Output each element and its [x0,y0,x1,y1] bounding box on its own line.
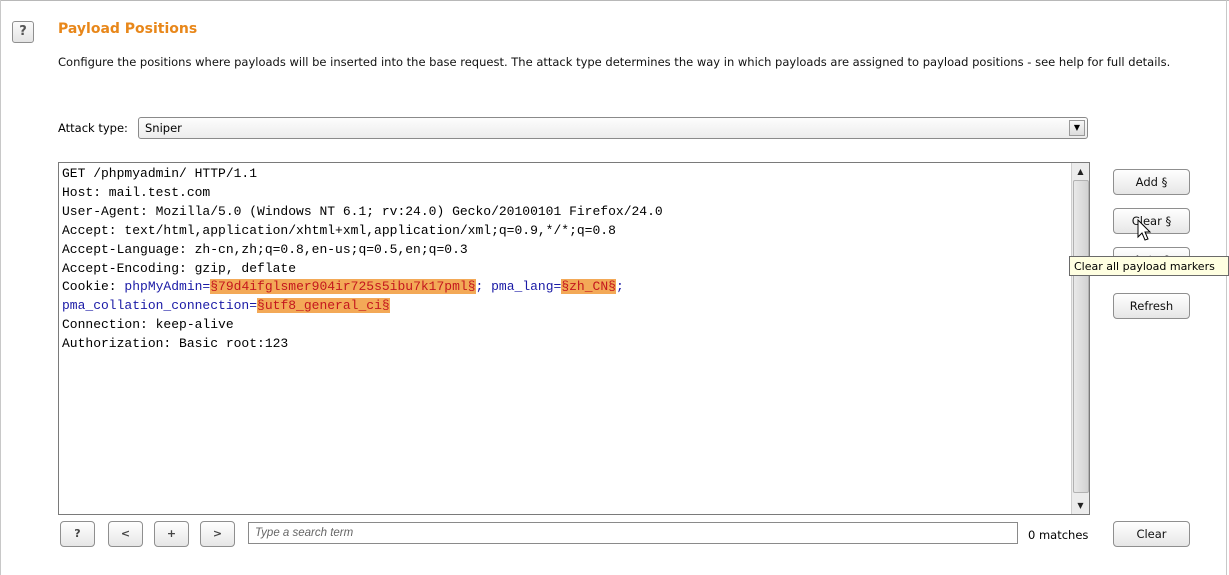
request-text-segment: Cookie: [62,279,125,295]
param-name: ; [615,279,624,295]
payload-marker: §utf8_general_ci§ [257,298,390,314]
param-name: pma_lang= [491,279,562,295]
param-name: phpMyAdmin= [124,279,211,295]
clear-button[interactable]: Clear [1113,521,1190,547]
scroll-thumb[interactable] [1073,180,1089,493]
param-name: pma_collation_connection= [62,298,258,314]
request-line[interactable]: Accept: text/html,application/xhtml+xml,… [62,222,1067,241]
section-title: Payload Positions [58,21,198,37]
request-line[interactable]: GET /phpmyadmin/ HTTP/1.1 [62,165,1067,184]
attack-type-value: Sniper [145,121,182,135]
payload-marker: §79d4ifglsmer904ir725s5ibu7k17pml§ [210,279,476,295]
request-text-segment: User-Agent: Mozilla/5.0 (Windows NT 6.1;… [62,203,663,219]
mouse-pointer-icon [1137,219,1152,241]
editor-scrollbar[interactable]: ▲ ▼ [1071,163,1089,514]
request-line[interactable]: Authorization: Basic root:123 [62,335,1067,354]
help-icon[interactable]: ? [12,21,34,43]
attack-type-label: Attack type: [58,121,128,135]
request-text-segment: Host: mail.test.com [62,184,211,200]
request-text-segment: Accept-Language: zh-cn,zh;q=0.8,en-us;q=… [62,241,468,257]
request-line[interactable]: Connection: keep-alive [62,316,1067,335]
request-text-segment: Accept-Encoding: gzip, deflate [62,260,297,276]
scroll-up-icon[interactable]: ▲ [1073,164,1088,179]
window-top-border [0,0,1229,1]
search-prev-button[interactable]: < [108,521,143,547]
request-text-segment: Accept: text/html,application/xhtml+xml,… [62,222,616,238]
request-line[interactable]: Host: mail.test.com [62,184,1067,203]
param-name: ; [475,279,492,295]
request-text[interactable]: GET /phpmyadmin/ HTTP/1.1 Host: mail.test… [62,165,1067,354]
request-editor[interactable]: GET /phpmyadmin/ HTTP/1.1 Host: mail.test… [58,162,1090,515]
attack-type-select[interactable]: Sniper ▼ [138,117,1088,139]
search-input[interactable] [248,522,1018,544]
request-line[interactable]: Accept-Encoding: gzip, deflate [62,260,1067,279]
request-text-segment: GET /phpmyadmin/ HTTP/1.1 [62,166,258,181]
search-match-count: 0 matches [1028,528,1089,542]
search-add-button[interactable]: + [154,521,189,547]
clear-markers-tooltip: Clear all payload markers [1069,256,1229,276]
request-line[interactable]: pma_collation_connection=§utf8_general_c… [62,297,1067,316]
section-description: Configure the positions where payloads w… [58,55,1171,69]
chevron-down-icon[interactable]: ▼ [1069,120,1085,136]
search-help-button[interactable]: ? [60,521,95,547]
refresh-button[interactable]: Refresh [1113,293,1190,319]
request-text-segment: Authorization: Basic root:123 [62,336,289,352]
add-marker-button[interactable]: Add § [1113,169,1190,195]
payload-marker: §zh_CN§ [561,279,616,295]
request-line[interactable]: Accept-Language: zh-cn,zh;q=0.8,en-us;q=… [62,241,1067,260]
request-line[interactable]: Cookie: phpMyAdmin=§79d4ifglsmer904ir725… [62,278,1067,297]
scroll-down-icon[interactable]: ▼ [1073,498,1088,513]
window-right-border [1226,0,1227,575]
request-line[interactable]: User-Agent: Mozilla/5.0 (Windows NT 6.1;… [62,203,1067,222]
request-text-segment: Connection: keep-alive [62,317,234,333]
window-left-border [0,0,1,575]
search-next-button[interactable]: > [200,521,235,547]
